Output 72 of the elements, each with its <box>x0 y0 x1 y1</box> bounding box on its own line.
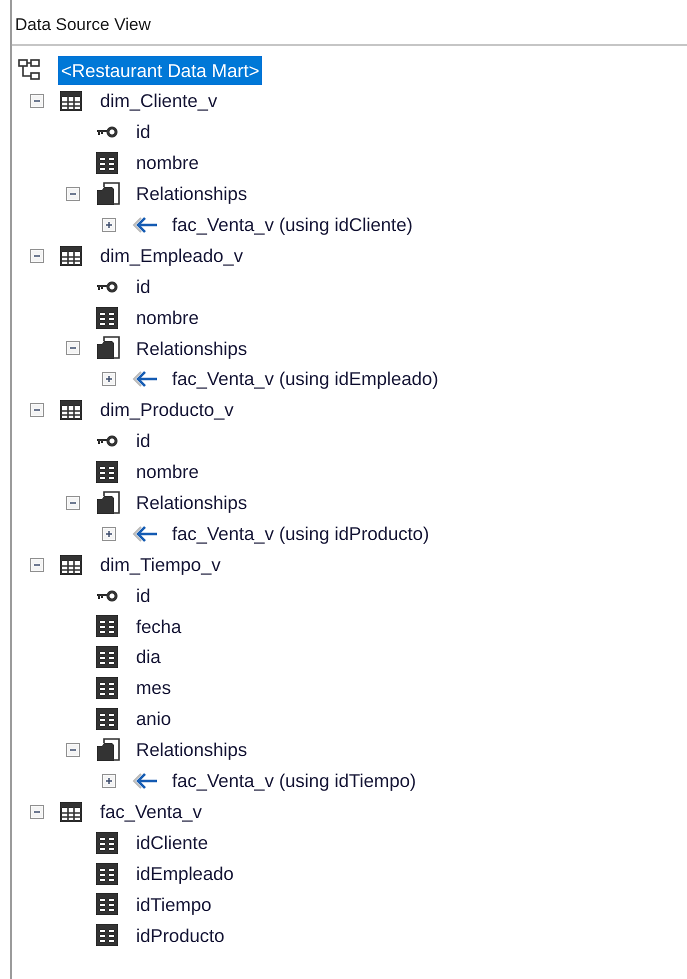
tree-item-label[interactable]: <Restaurant Data Mart> <box>58 56 262 86</box>
double-arrow-icon <box>132 772 158 789</box>
tree-item-label[interactable]: idTiempo <box>133 890 214 920</box>
column-icon <box>96 677 118 700</box>
collapse-toggle[interactable] <box>30 403 44 418</box>
expand-toggle[interactable] <box>102 774 116 788</box>
tree-structure-icon <box>18 59 40 82</box>
tree-item-label[interactable]: idCliente <box>133 828 211 858</box>
tree-item-label[interactable]: dim_Empleado_v <box>97 240 246 271</box>
key-icon <box>96 126 118 138</box>
table-icon <box>60 400 82 420</box>
table-icon <box>60 246 82 266</box>
tree-item-label[interactable]: Relationships <box>133 334 250 364</box>
tree-item-label[interactable]: id <box>133 117 154 148</box>
tree-item-label[interactable]: fac_Venta_v (using idCliente) <box>169 210 416 240</box>
tree-item-label[interactable]: dim_Tiempo_v <box>97 550 224 580</box>
column-icon <box>96 893 118 916</box>
key-icon <box>96 435 118 448</box>
column-icon <box>96 615 118 638</box>
tree-item-label[interactable]: Relationships <box>133 179 250 209</box>
tree-item-label[interactable]: idProducto <box>133 920 228 950</box>
column-icon <box>96 646 118 668</box>
panel-title: Data Source View <box>12 0 687 46</box>
table-icon <box>60 802 82 822</box>
tree-item-label[interactable]: nombre <box>133 148 202 178</box>
collapse-toggle[interactable] <box>66 187 80 201</box>
tree-item-label[interactable]: nombre <box>133 302 202 332</box>
tree-item-label[interactable]: Relationships <box>133 735 250 765</box>
expand-toggle[interactable] <box>102 526 116 541</box>
key-icon <box>96 590 118 602</box>
tree-item-label[interactable]: fac_Venta_v (using idEmpleado) <box>169 364 442 394</box>
collapse-toggle[interactable] <box>30 248 44 263</box>
folder-icon <box>96 336 120 360</box>
collapse-toggle[interactable] <box>30 558 44 572</box>
tree-item-label[interactable]: id <box>133 272 154 302</box>
key-icon <box>96 280 118 293</box>
collapse-toggle[interactable] <box>30 94 44 108</box>
tree-item-label[interactable]: anio <box>133 704 174 734</box>
tree-item-label[interactable]: mes <box>133 673 174 704</box>
tree-item-label[interactable]: nombre <box>133 457 202 487</box>
tree-item-label[interactable]: dia <box>133 642 164 672</box>
tree-item-label[interactable]: id <box>133 426 154 456</box>
folder-icon <box>96 738 120 762</box>
tree-item-label[interactable]: fac_Venta_v (using idProducto) <box>169 518 432 549</box>
tree-item-label[interactable]: fecha <box>133 612 184 642</box>
column-icon <box>96 708 118 730</box>
column-icon <box>96 832 118 854</box>
collapse-toggle[interactable] <box>66 743 80 758</box>
collapse-toggle[interactable] <box>66 496 80 510</box>
tree-item-label[interactable]: fac_Venta_v (using idTiempo) <box>169 766 420 796</box>
tree-item-label[interactable]: idEmpleado <box>133 858 237 888</box>
column-icon <box>96 306 118 329</box>
tree-item-label[interactable]: fac_Venta_v <box>97 796 205 827</box>
tree-item-label[interactable]: dim_Cliente_v <box>97 86 220 116</box>
tree-item-label[interactable]: dim_Producto_v <box>97 395 237 426</box>
table-icon <box>60 554 82 575</box>
column-icon <box>96 924 118 946</box>
column-icon <box>96 461 118 484</box>
table-icon <box>60 91 82 112</box>
tree-item-label[interactable]: id <box>133 580 154 610</box>
tree-item-label[interactable]: Relationships <box>133 488 250 518</box>
folder-icon <box>96 490 120 515</box>
collapse-toggle[interactable] <box>30 804 44 819</box>
column-icon <box>96 152 118 174</box>
column-icon <box>96 862 118 885</box>
double-arrow-icon <box>132 371 158 388</box>
double-arrow-icon <box>132 526 158 542</box>
expand-toggle[interactable] <box>102 372 116 386</box>
expand-toggle[interactable] <box>102 218 116 232</box>
folder-icon <box>96 182 120 206</box>
double-arrow-icon <box>132 216 158 233</box>
collapse-toggle[interactable] <box>66 341 80 356</box>
